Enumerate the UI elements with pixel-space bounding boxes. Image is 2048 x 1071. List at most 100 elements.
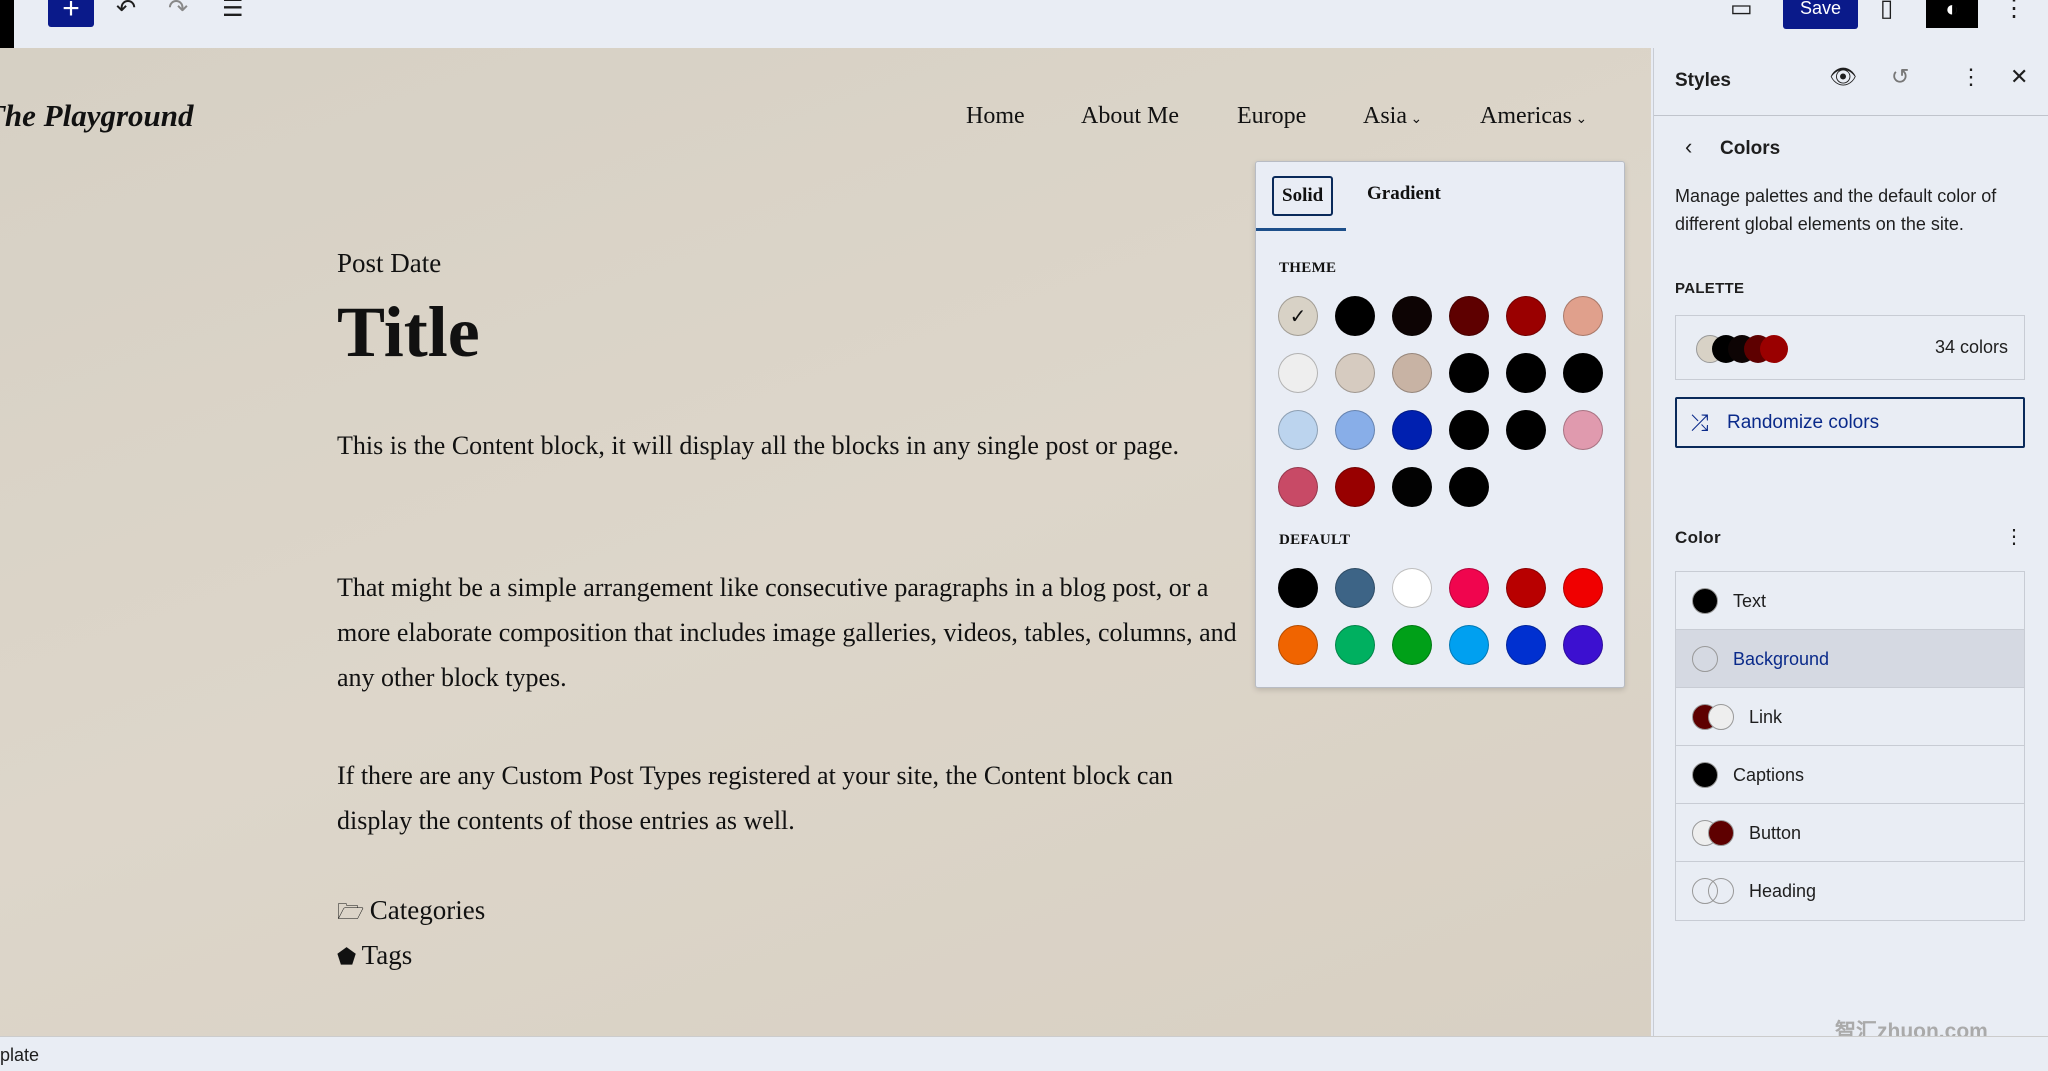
color-swatch[interactable] — [1392, 353, 1432, 393]
color-element-item[interactable]: Heading — [1676, 862, 2024, 920]
color-swatch[interactable] — [1563, 410, 1603, 450]
nav-americas[interactable]: Americas ⌄ — [1480, 103, 1587, 130]
styles-sidebar: Styles 👁 ↺ ⋮ ✕ ‹ Colors Manage palettes … — [1653, 48, 2048, 1043]
close-icon[interactable]: ✕ — [2010, 64, 2028, 90]
color-element-label: Captions — [1733, 765, 1805, 785]
color-swatch[interactable] — [1506, 410, 1546, 450]
default-label: DEFAULT — [1279, 532, 1351, 548]
color-element-label: Background — [1733, 649, 1830, 669]
nav-asia[interactable]: Asia ⌄ — [1363, 103, 1422, 130]
color-swatch[interactable] — [1335, 467, 1375, 507]
default-palette — [1278, 568, 1603, 665]
paragraph[interactable]: This is the Content block, it will displ… — [337, 423, 1237, 468]
color-swatch[interactable] — [1449, 353, 1489, 393]
more-options-icon[interactable]: ⋮ — [1960, 64, 1982, 90]
paragraph[interactable]: That might be a simple arrangement like … — [337, 565, 1237, 700]
tab-gradient[interactable]: Gradient — [1359, 176, 1449, 212]
color-options-icon[interactable]: ⋮ — [2004, 524, 2024, 549]
breadcrumb[interactable]: plate — [0, 1045, 39, 1066]
color-swatch[interactable] — [1278, 568, 1318, 608]
color-swatch[interactable] — [1278, 410, 1318, 450]
more-options-icon[interactable]: ⋮ — [2002, 0, 2026, 21]
color-element-label: Link — [1749, 707, 1783, 727]
color-swatch[interactable] — [1392, 568, 1432, 608]
color-swatch[interactable] — [1449, 296, 1489, 336]
theme-palette: ✓ — [1278, 296, 1603, 507]
color-swatch[interactable] — [1449, 568, 1489, 608]
nav-about[interactable]: About Me — [1081, 103, 1179, 130]
redo-icon[interactable]: ↷ — [168, 0, 188, 21]
nav-europe[interactable]: Europe — [1237, 103, 1306, 130]
add-block-button[interactable]: + — [48, 0, 94, 27]
check-icon: ✓ — [1289, 305, 1307, 328]
color-swatch[interactable] — [1335, 410, 1375, 450]
color-swatch[interactable] — [1335, 568, 1375, 608]
back-icon[interactable]: ‹ — [1685, 134, 1692, 160]
revisions-icon[interactable]: ↺ — [1891, 64, 1909, 90]
color-element-item[interactable]: Button — [1676, 804, 2024, 862]
color-indicator — [1708, 704, 1734, 730]
color-element-label: Button — [1749, 823, 1802, 843]
undo-icon[interactable]: ↶ — [116, 0, 136, 21]
color-swatch[interactable] — [1506, 568, 1546, 608]
section-description: Manage palettes and the default color of… — [1675, 186, 1997, 234]
color-swatch[interactable] — [1278, 467, 1318, 507]
eye-icon[interactable]: 👁 — [1829, 64, 1857, 90]
color-swatch[interactable] — [1449, 410, 1489, 450]
post-categories[interactable]: 🗁 Categories — [337, 895, 485, 933]
save-button[interactable]: Save — [1783, 0, 1858, 29]
color-swatch[interactable] — [1392, 467, 1432, 507]
color-swatch[interactable] — [1278, 625, 1318, 665]
color-swatch[interactable] — [1392, 410, 1432, 450]
paragraph[interactable]: If there are any Custom Post Types regis… — [337, 753, 1237, 843]
color-swatch[interactable] — [1563, 568, 1603, 608]
color-swatch[interactable] — [1335, 353, 1375, 393]
editor-canvas[interactable]: The Playground Home About Me Europe Asia… — [0, 48, 1651, 1036]
color-element-item[interactable]: Captions — [1676, 746, 2024, 804]
palette-swatch — [1760, 335, 1788, 363]
palette-button[interactable]: 34 colors — [1675, 315, 2025, 380]
color-swatch[interactable] — [1506, 296, 1546, 336]
palette-label: PALETTE — [1675, 280, 1745, 297]
color-swatch[interactable] — [1335, 296, 1375, 336]
color-element-label: Heading — [1749, 881, 1817, 901]
status-bar: plate — [0, 1036, 2048, 1071]
top-toolbar: + ↶ ↷ ☰ ▭ Save ▯ ◐ ⋮ — [0, 0, 2048, 48]
post-date[interactable]: Post Date — [337, 248, 441, 279]
color-element-item[interactable]: Text — [1676, 572, 2024, 630]
color-swatch[interactable] — [1506, 353, 1546, 393]
color-swatch[interactable] — [1392, 296, 1432, 336]
randomize-label: Randomize colors — [1727, 412, 1880, 433]
post-tags[interactable]: ⬟ Tags — [337, 940, 412, 971]
section-title: Colors — [1720, 138, 1781, 159]
color-swatch[interactable] — [1335, 625, 1375, 665]
nav-label: Americas — [1480, 103, 1572, 129]
nav-home[interactable]: Home — [966, 103, 1025, 130]
nav-label: Asia — [1363, 103, 1407, 129]
shuffle-icon: ⤮ — [1691, 410, 1709, 435]
color-indicator — [1692, 762, 1718, 788]
tab-solid[interactable]: Solid — [1272, 176, 1334, 216]
view-icon[interactable]: ▭ — [1730, 0, 1753, 21]
color-element-item[interactable]: Link — [1676, 688, 2024, 746]
color-swatch[interactable] — [1563, 625, 1603, 665]
color-swatch[interactable] — [1449, 467, 1489, 507]
color-indicator — [1708, 820, 1734, 846]
color-elements-list: Text Background Link Captions Button Heading — [1675, 571, 2025, 921]
site-title[interactable]: The Playground — [0, 98, 194, 134]
site-icon[interactable] — [0, 0, 14, 48]
settings-panel-icon[interactable]: ▯ — [1880, 0, 1893, 21]
color-swatch[interactable] — [1278, 353, 1318, 393]
color-swatch[interactable] — [1563, 353, 1603, 393]
color-swatch[interactable]: ✓ — [1278, 296, 1318, 336]
palette-count: 34 colors — [1934, 337, 2008, 357]
styles-contrast-button[interactable]: ◐ — [1926, 0, 1978, 28]
color-swatch[interactable] — [1563, 296, 1603, 336]
color-swatch[interactable] — [1506, 625, 1546, 665]
post-title[interactable]: Title — [337, 291, 480, 374]
list-view-icon[interactable]: ☰ — [222, 0, 244, 21]
color-swatch[interactable] — [1392, 625, 1432, 665]
color-element-item[interactable]: Background — [1676, 630, 2024, 688]
color-swatch[interactable] — [1449, 625, 1489, 665]
randomize-colors-button[interactable]: ⤮ Randomize colors — [1675, 397, 2025, 448]
